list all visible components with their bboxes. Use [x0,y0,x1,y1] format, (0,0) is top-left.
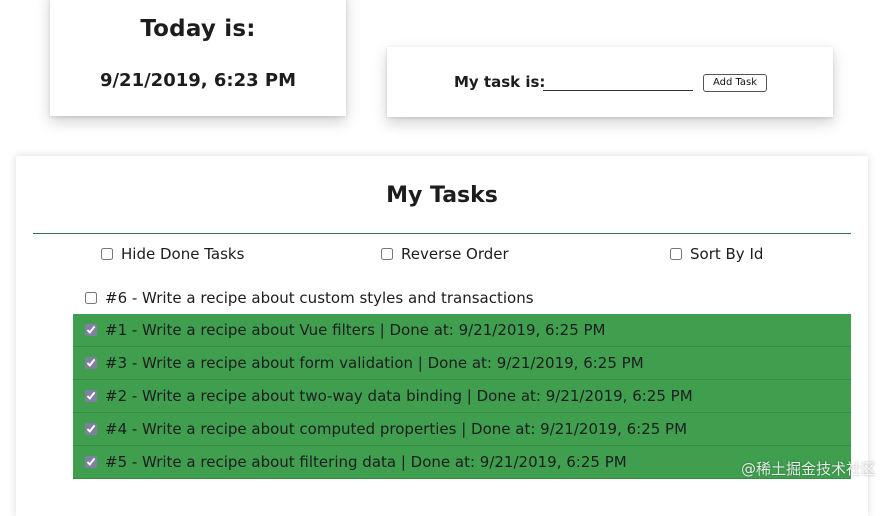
sort-by-id-option[interactable]: Sort By Id [670,245,763,263]
current-datetime: 9/21/2019, 6:23 PM [99,70,297,91]
task-text: #2 - Write a recipe about two-way data b… [105,387,693,405]
reverse-order-label: Reverse Order [401,245,509,263]
task-item[interactable]: #5 - Write a recipe about filtering data… [73,446,851,479]
add-task-button[interactable]: Add Task [703,74,767,92]
task-text: #4 - Write a recipe about computed prope… [105,420,688,438]
task-checkbox[interactable] [85,291,97,304]
today-title: Today is: [140,16,256,42]
task-item[interactable]: #3 - Write a recipe about form validatio… [73,347,851,380]
today-card: Today is: 9/21/2019, 6:23 PM [50,0,346,116]
task-input-label: My task is: [454,73,546,91]
task-checkbox[interactable] [85,357,97,369]
task-list: #6 - Write a recipe about custom styles … [73,281,851,479]
task-checkbox[interactable] [85,423,97,435]
task-item[interactable]: #2 - Write a recipe about two-way data b… [73,380,851,413]
task-text: #5 - Write a recipe about filtering data… [105,453,627,471]
hide-done-label: Hide Done Tasks [121,245,245,263]
task-checkbox[interactable] [85,390,97,402]
watermark: @稀土掘金技术社区 [740,460,876,478]
task-checkbox[interactable] [85,456,97,468]
divider [33,233,851,234]
task-input[interactable] [543,71,693,91]
task-entry-card: My task is: Add Task [387,47,833,117]
hide-done-option[interactable]: Hide Done Tasks [101,245,244,263]
sort-by-id-label: Sort By Id [690,245,764,263]
panel-title: My Tasks [386,183,498,208]
task-item[interactable]: #4 - Write a recipe about computed prope… [73,413,851,446]
task-item[interactable]: #1 - Write a recipe about Vue filters | … [73,314,851,347]
reverse-order-checkbox[interactable] [381,248,393,260]
task-item[interactable]: #6 - Write a recipe about custom styles … [73,281,851,314]
reverse-order-option[interactable]: Reverse Order [381,245,509,263]
task-text: #1 - Write a recipe about Vue filters | … [105,321,606,339]
task-checkbox[interactable] [85,324,97,336]
task-text: #6 - Write a recipe about custom styles … [105,288,534,307]
hide-done-checkbox[interactable] [101,248,113,260]
sort-by-id-checkbox[interactable] [670,248,682,260]
task-text: #3 - Write a recipe about form validatio… [105,354,644,372]
